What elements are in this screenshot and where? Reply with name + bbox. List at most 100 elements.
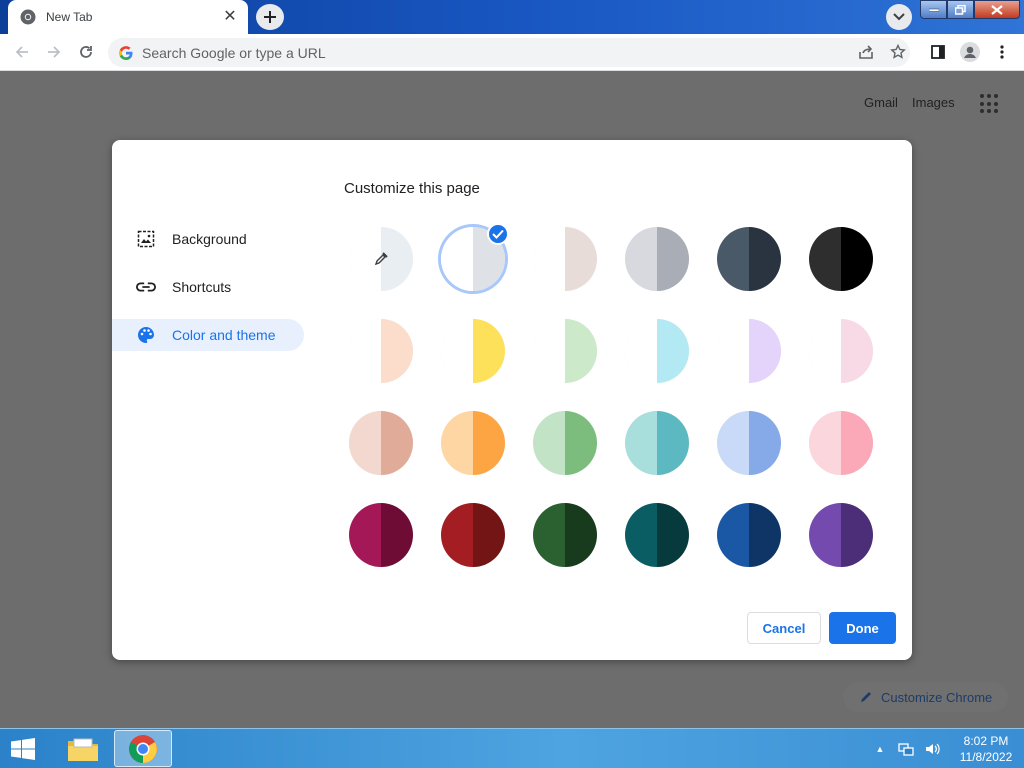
swatch-disc [717, 319, 781, 383]
volume-icon[interactable] [922, 739, 942, 759]
swatch-left-half [533, 319, 565, 383]
new-tab-button[interactable] [256, 4, 284, 30]
theme-swatch-light-teal[interactable] [625, 411, 689, 475]
customize-chrome-button[interactable]: Customize Chrome [843, 682, 1008, 712]
theme-swatch-dark-red-orange[interactable] [441, 503, 505, 567]
swatch-left-half [809, 411, 841, 475]
cancel-button[interactable]: Cancel [747, 612, 821, 644]
checkmark-icon [487, 223, 509, 245]
profile-button[interactable] [958, 40, 982, 64]
theme-swatch-green-white[interactable] [533, 319, 597, 383]
maximize-button[interactable] [947, 0, 974, 19]
reload-icon [80, 46, 92, 58]
swatch-left-half [533, 503, 565, 567]
share-icon [859, 45, 873, 59]
swatch-right-half [473, 411, 505, 475]
file-explorer-icon[interactable] [54, 730, 112, 767]
theme-swatch-beige[interactable] [349, 411, 413, 475]
swatch-right-half [657, 503, 689, 567]
network-icon[interactable] [896, 739, 916, 759]
star-icon [890, 44, 906, 59]
nav-shortcuts[interactable]: Shortcuts [112, 271, 304, 303]
restore-icon [955, 4, 966, 15]
bookmark-button[interactable] [886, 40, 910, 64]
menu-button[interactable] [990, 40, 1014, 64]
theme-swatch-light-green[interactable] [533, 411, 597, 475]
swatch-right-half [749, 227, 781, 291]
clock[interactable]: 8:02 PM 11/8/2022 [948, 733, 1024, 765]
minimize-button[interactable] [920, 0, 947, 19]
swatch-right-half [381, 503, 413, 567]
theme-swatch-pink-white[interactable] [809, 319, 873, 383]
swatch-right-half [657, 319, 689, 383]
apps-grid-icon[interactable] [980, 94, 1000, 114]
nav-color-and-theme[interactable]: Color and theme [112, 319, 304, 351]
plus-icon [264, 11, 276, 23]
theme-swatch-warm-grey[interactable] [533, 227, 597, 291]
chrome-icon[interactable] [114, 730, 172, 767]
theme-swatch-orange[interactable] [441, 411, 505, 475]
swatch-right-half [657, 227, 689, 291]
swatch-disc [717, 411, 781, 475]
image-icon [136, 229, 156, 249]
theme-swatch-light-purple-white[interactable] [717, 319, 781, 383]
swatch-disc [441, 503, 505, 567]
theme-swatch-beige-white[interactable] [349, 319, 413, 383]
theme-swatch-dark-blue[interactable] [717, 503, 781, 567]
windows-taskbar: ▲ 8:02 PM 11/8/2022 [0, 728, 1024, 768]
theme-swatch-purple[interactable] [809, 503, 873, 567]
theme-swatch-dark-teal[interactable] [625, 503, 689, 567]
tab-close-icon[interactable]: ✕ [222, 9, 238, 25]
swatch-disc [533, 319, 597, 383]
theme-swatch-grid [349, 223, 879, 567]
swatch-disc [809, 227, 873, 291]
theme-swatch-dark-pink-red[interactable] [349, 503, 413, 567]
share-button[interactable] [854, 40, 878, 64]
browser-tab[interactable]: New Tab ✕ [8, 0, 248, 34]
swatch-disc [625, 503, 689, 567]
swatch-right-half [749, 319, 781, 383]
windows-start-icon[interactable] [6, 735, 40, 763]
theme-swatch-yellow-white[interactable] [441, 319, 505, 383]
theme-swatch-light-blue[interactable] [717, 411, 781, 475]
swatch-left-half [349, 319, 381, 383]
swatch-disc [349, 319, 413, 383]
theme-swatch-cool-grey[interactable] [625, 227, 689, 291]
images-link[interactable]: Images [912, 95, 955, 110]
google-g-icon [118, 45, 134, 61]
forward-button[interactable] [42, 40, 66, 64]
swatch-right-half [841, 503, 873, 567]
tray-arrow-icon[interactable]: ▲ [870, 739, 890, 759]
swatch-disc [809, 503, 873, 567]
side-panel-button[interactable] [926, 40, 950, 64]
theme-swatch-default[interactable] [441, 223, 509, 291]
theme-swatch-dark-green[interactable] [533, 503, 597, 567]
swatch-left-half [349, 503, 381, 567]
back-button[interactable] [10, 40, 34, 64]
swatch-right-half [841, 411, 873, 475]
swatch-right-half [565, 319, 597, 383]
swatch-left-half [809, 503, 841, 567]
theme-swatch-light-pink[interactable] [809, 411, 873, 475]
customize-chrome-label: Customize Chrome [881, 689, 993, 705]
nav-label: Color and theme [172, 327, 276, 343]
swatch-left-half [441, 411, 473, 475]
theme-swatch-midnight-blue[interactable] [717, 227, 781, 291]
reload-button[interactable] [74, 40, 98, 64]
theme-swatch-light-teal-white[interactable] [625, 319, 689, 383]
swatch-disc [717, 503, 781, 567]
eyedropper-icon [349, 227, 413, 291]
swatch-left-half [441, 227, 473, 291]
done-button[interactable]: Done [829, 612, 896, 644]
gmail-link[interactable]: Gmail [864, 95, 898, 110]
theme-swatch-custom-color[interactable] [349, 227, 413, 291]
link-icon [136, 277, 156, 297]
tab-search-button[interactable] [886, 4, 912, 30]
theme-swatch-black[interactable] [809, 227, 873, 291]
close-window-button[interactable] [974, 0, 1020, 19]
address-bar[interactable]: Search Google or type a URL [108, 38, 910, 67]
swatch-right-half [565, 503, 597, 567]
swatch-right-half [565, 227, 597, 291]
nav-background[interactable]: Background [112, 223, 304, 255]
swatch-disc [441, 411, 505, 475]
